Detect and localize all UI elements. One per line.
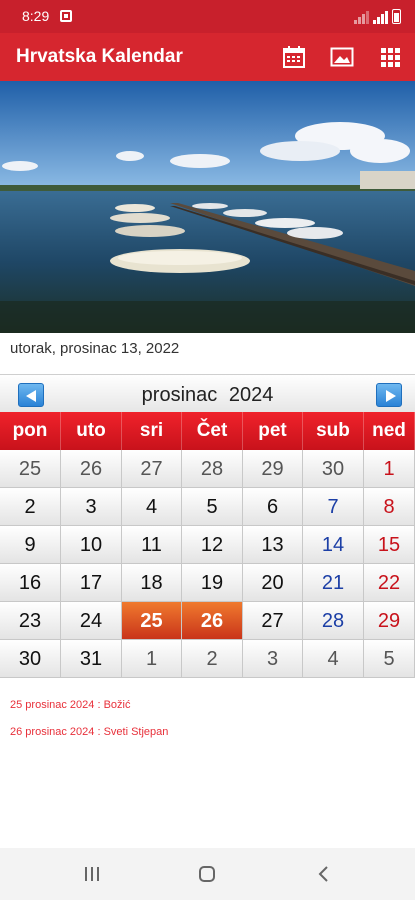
day-cell[interactable]: 5 (182, 488, 243, 526)
day-cell[interactable]: 8 (364, 488, 415, 526)
day-cell[interactable]: 21 (303, 564, 364, 602)
day-cell[interactable]: 17 (61, 564, 122, 602)
day-cell[interactable]: 23 (0, 602, 61, 640)
day-cell[interactable]: 28 (303, 602, 364, 640)
holiday-day-cell[interactable]: 25 (122, 602, 182, 640)
month-year-label: prosinac 2024 (0, 384, 415, 407)
day-cell[interactable]: 27 (243, 602, 303, 640)
day-cell[interactable]: 19 (182, 564, 243, 602)
system-nav-bar (0, 848, 415, 900)
weekday-label: ned (364, 412, 415, 450)
app-bar: Hrvatska Kalendar (0, 33, 415, 81)
day-cell[interactable]: 1 (364, 450, 415, 488)
day-cell[interactable]: 4 (122, 488, 182, 526)
wifi-icon (354, 10, 369, 24)
day-cell[interactable]: 5 (364, 640, 415, 678)
weekday-label: pet (243, 412, 303, 450)
day-cell[interactable]: 16 (0, 564, 61, 602)
notification-icon (60, 10, 72, 22)
image-icon[interactable] (330, 45, 354, 69)
weekday-label: Čet (182, 412, 243, 450)
battery-icon (392, 9, 401, 24)
day-cell[interactable]: 13 (243, 526, 303, 564)
day-cell[interactable]: 15 (364, 526, 415, 564)
app-title: Hrvatska Kalendar (16, 46, 183, 67)
grid-icon[interactable] (378, 45, 402, 69)
day-cell[interactable]: 1 (122, 640, 182, 678)
calendar-week-row: 23 24 25 26 27 28 29 (0, 602, 415, 640)
status-time: 8:29 (22, 8, 50, 24)
day-cell[interactable]: 10 (61, 526, 122, 564)
day-cell[interactable]: 22 (364, 564, 415, 602)
day-cell[interactable]: 7 (303, 488, 364, 526)
calendar-week-row: 16 17 18 19 20 21 22 (0, 564, 415, 602)
day-cell[interactable]: 14 (303, 526, 364, 564)
event-item[interactable]: 25 prosinac 2024 : Božić (10, 698, 168, 725)
next-month-button[interactable] (376, 383, 402, 407)
calendar-icon[interactable] (282, 45, 306, 69)
day-cell[interactable]: 12 (182, 526, 243, 564)
day-cell[interactable]: 24 (61, 602, 122, 640)
status-bar: 8:29 (0, 0, 415, 33)
header-photo (0, 81, 415, 333)
day-cell[interactable]: 11 (122, 526, 182, 564)
holiday-day-cell[interactable]: 26 (182, 602, 243, 640)
month-name: prosinac (141, 384, 218, 406)
day-cell[interactable]: 3 (243, 640, 303, 678)
weekday-label: sri (122, 412, 182, 450)
arrow-right-icon (386, 390, 396, 402)
day-cell[interactable]: 25 (0, 450, 61, 488)
day-cell[interactable]: 29 (243, 450, 303, 488)
day-cell[interactable]: 3 (61, 488, 122, 526)
calendar-week-row: 9 10 11 12 13 14 15 (0, 526, 415, 564)
day-cell[interactable]: 28 (182, 450, 243, 488)
calendar-header: prosinac 2024 (0, 374, 415, 412)
day-cell[interactable]: 20 (243, 564, 303, 602)
weekday-label: pon (0, 412, 61, 450)
day-cell[interactable]: 30 (303, 450, 364, 488)
calendar-grid: 25 26 27 28 29 30 1 2 3 4 5 6 7 8 9 10 11 12 13 14 15 16 17 18 1… (0, 450, 415, 678)
cell-signal-icon (373, 10, 388, 24)
weekday-label: uto (61, 412, 122, 450)
weekday-header: pon uto sri Čet pet sub ned (0, 412, 415, 450)
recent-apps-icon[interactable] (80, 862, 104, 886)
back-icon[interactable] (312, 862, 336, 886)
day-cell[interactable]: 18 (122, 564, 182, 602)
calendar-week-row: 30 31 1 2 3 4 5 (0, 640, 415, 678)
year: 2024 (228, 384, 274, 406)
day-cell[interactable]: 31 (61, 640, 122, 678)
day-cell[interactable]: 2 (182, 640, 243, 678)
day-cell[interactable]: 30 (0, 640, 61, 678)
status-icons (354, 9, 401, 24)
event-item[interactable]: 26 prosinac 2024 : Sveti Stjepan (10, 725, 168, 752)
weekday-label: sub (303, 412, 364, 450)
day-cell[interactable]: 4 (303, 640, 364, 678)
home-icon[interactable] (195, 862, 219, 886)
day-cell[interactable]: 27 (122, 450, 182, 488)
day-cell[interactable]: 29 (364, 602, 415, 640)
event-list: 25 prosinac 2024 : Božić 26 prosinac 202… (10, 698, 168, 752)
day-cell[interactable]: 9 (0, 526, 61, 564)
day-cell[interactable]: 26 (61, 450, 122, 488)
day-cell[interactable]: 2 (0, 488, 61, 526)
calendar-week-row: 25 26 27 28 29 30 1 (0, 450, 415, 488)
selected-date: utorak, prosinac 13, 2022 (10, 340, 180, 357)
calendar-week-row: 2345678 (0, 488, 415, 526)
day-cell[interactable]: 6 (243, 488, 303, 526)
